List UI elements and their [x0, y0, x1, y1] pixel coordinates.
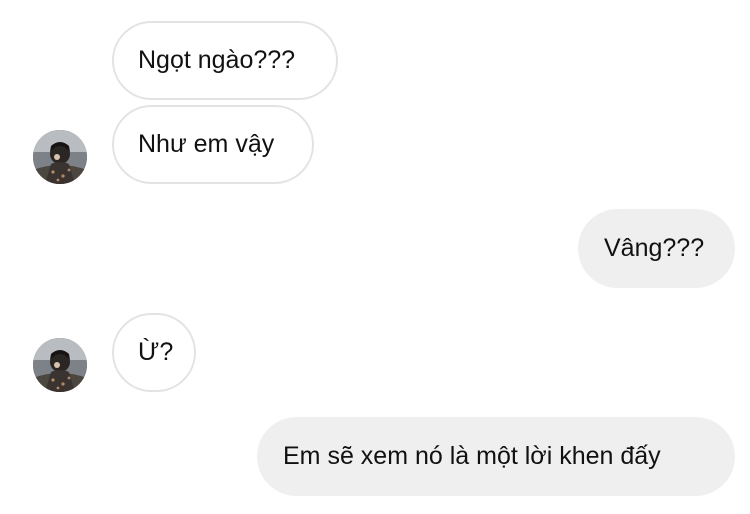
avatar[interactable] [33, 130, 87, 184]
message-bubble[interactable]: Em sẽ xem nó là một lời khen đấy [257, 417, 735, 496]
avatar[interactable] [33, 338, 87, 392]
message-bubble[interactable]: Ừ? [112, 313, 196, 392]
profile-photo-icon [33, 130, 87, 184]
message-bubble[interactable]: Ngọt ngào??? [112, 21, 338, 100]
message-bubble[interactable]: Như em vậy [112, 105, 314, 184]
message-bubble[interactable]: Vâng??? [578, 209, 735, 288]
profile-photo-icon [33, 338, 87, 392]
